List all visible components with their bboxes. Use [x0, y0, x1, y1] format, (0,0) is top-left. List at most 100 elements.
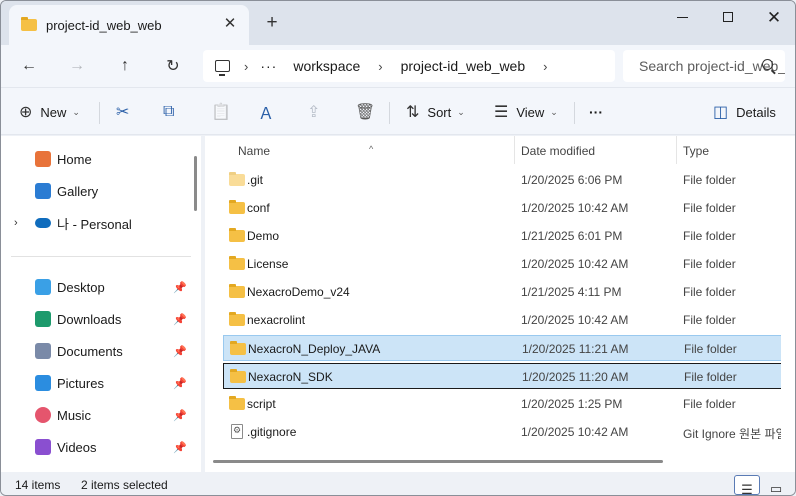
sidebar-item-music[interactable]: Music 📌 [1, 401, 191, 429]
close-window-button[interactable]: ✕ [751, 1, 795, 33]
breadcrumb-separator[interactable]: › [378, 59, 382, 74]
search-box[interactable]: Search project-id_web_web [623, 50, 785, 82]
file-name: .git [247, 173, 264, 187]
folder-icon [229, 200, 245, 214]
folder-icon [229, 396, 245, 410]
sidebar-item-desktop[interactable]: Desktop 📌 [1, 273, 191, 301]
column-divider[interactable] [514, 136, 515, 164]
file-row[interactable]: NexacroN_SDK 1/20/2025 11:20 AM File folde… [223, 363, 781, 389]
folder-icon [229, 312, 245, 326]
sidebar-item-gallery[interactable]: Gallery [1, 177, 191, 205]
sidebar-item-pictures[interactable]: Pictures 📌 [1, 369, 191, 397]
documents-icon [35, 343, 51, 359]
breadcrumb-separator[interactable]: › [543, 59, 547, 74]
minimize-button[interactable] [659, 1, 705, 33]
address-bar[interactable]: › ··· workspace › project-id_web_web › [203, 50, 615, 82]
file-date-modified: 1/20/2025 10:42 AM [521, 257, 629, 271]
toolbar-divider [574, 102, 575, 124]
this-pc-icon[interactable] [215, 60, 230, 76]
pin-icon[interactable]: 📌 [173, 409, 187, 422]
horizontal-scrollbar[interactable] [213, 460, 663, 463]
file-row[interactable]: NexacroDemo_v24 1/21/2025 4:11 PM File fol… [223, 279, 781, 305]
breadcrumb-project[interactable]: project-id_web_web [401, 58, 526, 74]
copy-button[interactable]: ⧉ [163, 98, 182, 126]
pin-icon[interactable]: 📌 [173, 377, 187, 390]
maximize-button[interactable] [705, 1, 751, 33]
new-tab-button[interactable]: + [263, 13, 281, 32]
sidebar-item-onedrive[interactable]: › 나 - Personal [1, 209, 191, 237]
folder-icon [21, 16, 37, 32]
view-icon: ☰ [494, 104, 509, 121]
paste-button[interactable]: 📋 [211, 98, 239, 126]
refresh-button[interactable]: ↻ [159, 53, 187, 79]
file-name: .gitignore [247, 425, 297, 439]
item-count: 14 items [15, 478, 61, 492]
up-button[interactable]: ↑ [111, 53, 139, 79]
tiles-view-button[interactable]: ▭ [763, 475, 789, 495]
column-divider[interactable] [676, 136, 677, 164]
sidebar-item-label: Pictures [57, 375, 104, 391]
breadcrumb-workspace[interactable]: workspace [293, 58, 360, 74]
tab-project[interactable]: project-id_web_web ✕ [9, 5, 249, 45]
folder-icon [229, 284, 245, 298]
column-name[interactable]: Name [238, 144, 270, 158]
file-row[interactable]: conf 1/20/2025 10:42 AM File folder [223, 195, 781, 221]
delete-button[interactable]: 🗑 [355, 98, 383, 126]
file-row[interactable]: NexacroN_Deploy_JAVA 1/20/2025 11:21 AM Fi… [223, 335, 781, 361]
selected-count: 2 items selected [81, 478, 168, 492]
file-name: conf [247, 201, 270, 215]
back-button[interactable]: ← [15, 53, 43, 79]
file-name: script [247, 397, 276, 411]
sidebar-item-label: Desktop [57, 279, 105, 295]
toolbar-divider [389, 102, 390, 124]
sidebar-item-documents[interactable]: Documents 📌 [1, 337, 191, 365]
list-scroll-track[interactable] [781, 136, 795, 472]
clipboard-icon: 📋 [211, 104, 231, 121]
details-view-button[interactable]: ☰ [734, 475, 760, 495]
file-type: Git Ignore 원본 파일 [683, 427, 781, 441]
view-button[interactable]: ☰ View ⌄ [494, 98, 558, 126]
column-type[interactable]: Type [683, 144, 709, 158]
file-row[interactable]: License 1/20/2025 10:42 AM File folder [223, 251, 781, 277]
file-row[interactable]: .git 1/20/2025 6:06 PM File folder [223, 167, 781, 193]
share-button[interactable]: ⇪ [307, 98, 328, 126]
pin-icon[interactable]: 📌 [173, 281, 187, 294]
sidebar-item-label: Videos [57, 439, 97, 455]
file-row[interactable]: nexacrolint 1/20/2025 10:42 AM File folder [223, 307, 781, 333]
expand-chevron-icon[interactable]: › [14, 217, 18, 229]
sidebar-scrollbar[interactable] [194, 156, 197, 211]
rename-button[interactable]: Ａ [258, 98, 282, 126]
file-row[interactable]: Demo 1/21/2025 6:01 PM File folder [223, 223, 781, 249]
sort-button[interactable]: ⇅ Sort ⌄ [406, 98, 465, 126]
sidebar-item-videos[interactable]: Videos 📌 [1, 433, 191, 461]
file-date-modified: 1/20/2025 6:06 PM [521, 173, 623, 187]
rename-icon: Ａ [258, 106, 275, 123]
download-icon [35, 311, 51, 327]
breadcrumb-separator[interactable]: › [244, 59, 248, 74]
close-tab-icon[interactable]: ✕ [223, 16, 237, 31]
new-button[interactable]: ⊕ New ⌄ [19, 98, 80, 126]
forward-button[interactable]: → [63, 53, 91, 79]
sidebar-item-downloads[interactable]: Downloads 📌 [1, 305, 191, 333]
column-date-modified[interactable]: Date modified [521, 144, 595, 158]
sort-icon: ⇅ [406, 104, 420, 121]
pin-icon[interactable]: 📌 [173, 441, 187, 454]
sidebar-item-home[interactable]: Home [1, 145, 191, 173]
sort-label: Sort [427, 104, 452, 120]
file-type: File folder [683, 257, 736, 271]
pin-icon[interactable]: 📌 [173, 313, 187, 326]
cut-button[interactable]: ✂ [116, 98, 137, 126]
new-label: New [40, 104, 67, 120]
sidebar-item-label: Home [57, 151, 92, 167]
more-options-button[interactable]: ··· [589, 98, 603, 126]
file-date-modified: 1/20/2025 10:42 AM [521, 313, 629, 327]
file-row[interactable]: script 1/20/2025 1:25 PM File folder [223, 391, 781, 417]
file-row[interactable]: .gitignore 1/20/2025 10:42 AM Git Ignore 원… [223, 419, 781, 445]
pin-icon[interactable]: 📌 [173, 345, 187, 358]
breadcrumb-overflow[interactable]: ··· [260, 58, 277, 74]
file-type: File folder [683, 173, 736, 187]
details-button[interactable]: ◫ Details [713, 98, 776, 126]
folder-icon [229, 172, 245, 186]
folder-icon [229, 228, 245, 242]
minimize-icon [676, 16, 688, 18]
